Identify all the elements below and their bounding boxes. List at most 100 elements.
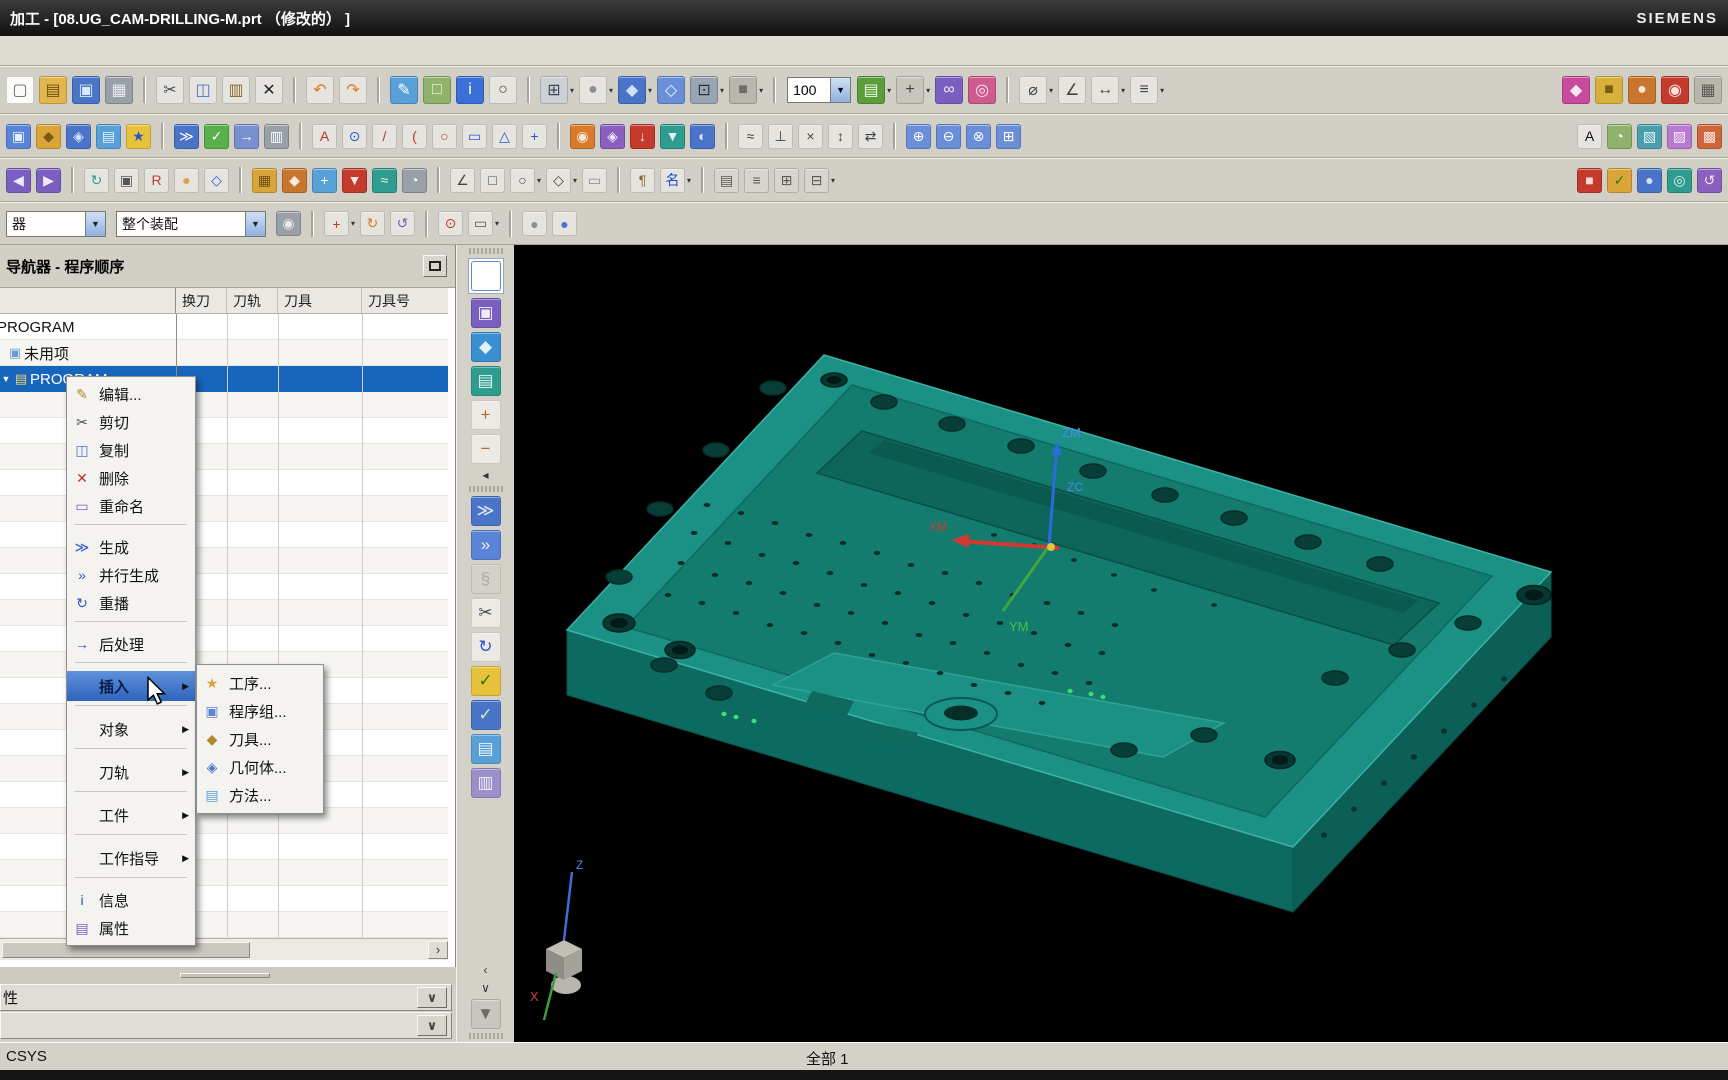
constraint-icon[interactable]: ◆▾ (282, 168, 307, 193)
project-icon[interactable]: ⊥▾ (768, 124, 793, 149)
menu-view[interactable] (26, 48, 46, 54)
circle-icon[interactable]: ○▾ (432, 124, 457, 149)
block-icon[interactable]: ▦▾ (1694, 76, 1722, 104)
toolbar-icon[interactable]: ▾ (527, 77, 530, 103)
menu-starsky[interactable] (226, 48, 246, 54)
copy-icon[interactable]: ◫▾ (189, 76, 217, 104)
edge-icon[interactable]: ∠▾ (450, 168, 475, 193)
drill-cycle-icon[interactable]: ↓▾ (630, 124, 655, 149)
shaded-sphere-icon[interactable]: ●▾ (579, 76, 613, 104)
toolbar-icon[interactable]: ▾ (773, 77, 776, 103)
move-origin-icon[interactable]: +▾ (324, 211, 355, 236)
distance-icon[interactable]: ↔▾ (1091, 76, 1125, 104)
expand-panel-button[interactable]: ∨ (417, 987, 447, 1008)
turn-icon[interactable]: ◐▾ (690, 124, 715, 149)
transform-icon[interactable]: +▾ (896, 76, 930, 104)
generate-toolpath-icon[interactable]: ≫ ▾ (471, 496, 501, 526)
teal-rings-icon[interactable]: ◎▾ (1667, 168, 1692, 193)
menu-help[interactable] (246, 48, 266, 54)
context-menu-item[interactable]: ▶ (67, 791, 195, 800)
unite-icon[interactable]: ⊕▾ (906, 124, 931, 149)
ctx-rename[interactable]: ▭ 重命名 ▶ (67, 492, 195, 520)
toolbar-icon[interactable]: ▾ (893, 123, 896, 149)
ctx-cut[interactable]: ✂ 剪切 ▶ (67, 408, 195, 436)
feature-box-icon[interactable]: ◆▾ (1562, 76, 1590, 104)
slot-icon[interactable]: ▩▾ (1697, 124, 1722, 149)
angle-icon[interactable]: ∠▾ (1058, 76, 1086, 104)
key-icon[interactable]: ¶▾ (630, 168, 655, 193)
line-icon[interactable]: /▾ (372, 124, 397, 149)
dropdown-arrow-icon[interactable]: ▼ (245, 212, 265, 236)
verify-icon[interactable]: ✓▾ (204, 124, 229, 149)
wireframe-icon[interactable]: ⊡▾ (690, 76, 724, 104)
context-menu-item[interactable]: ▶ (67, 662, 195, 671)
expand-panel-button[interactable]: ∨ (417, 1015, 447, 1036)
menu-information[interactable] (126, 48, 146, 54)
rotate-wcs-icon[interactable]: ↻▾ (360, 211, 385, 236)
resource-bar-icon[interactable]: ▾ (469, 1033, 503, 1039)
hole-icon[interactable]: ◉▾ (1661, 76, 1689, 104)
submenu-operation[interactable]: ★ 工序... ▶ (197, 669, 323, 697)
submenu-tool[interactable]: ◆ 刀具... ▶ (197, 725, 323, 753)
create-program-icon[interactable]: ▣▾ (6, 124, 31, 149)
context-menu-item[interactable]: ▶ (67, 748, 195, 757)
create-method-icon[interactable]: ▤▾ (96, 124, 121, 149)
name-tag-icon[interactable]: 名▾ (660, 168, 691, 193)
column-toolchange[interactable]: 换刀 (176, 288, 227, 313)
arc-icon[interactable]: (▾ (402, 124, 427, 149)
search-icon[interactable]: ○▾ (489, 76, 517, 104)
gear-pair-icon[interactable]: ◉▾ (570, 124, 595, 149)
snap-point-icon[interactable]: ⊙▾ (438, 211, 463, 236)
menu-analysis[interactable] (146, 48, 166, 54)
link-icon[interactable]: ∞▾ (935, 76, 963, 104)
menu-format[interactable] (66, 48, 86, 54)
program-order-view-icon[interactable]: ⊞ ▾ (468, 258, 504, 294)
ctx-insert[interactable]: 插入 ▶ (67, 671, 195, 701)
resource-bar-icon[interactable]: ▾ (469, 486, 503, 492)
datum-plane-icon[interactable]: □▾ (423, 76, 451, 104)
scroll-left-icon[interactable]: ‹ ▾ (478, 963, 494, 977)
create-operation-icon[interactable]: ★▾ (126, 124, 151, 149)
sketch-icon[interactable]: ✎▾ (390, 76, 418, 104)
polygon-icon[interactable]: △▾ (492, 124, 517, 149)
scroll-down-icon[interactable]: ∨ ▾ (478, 981, 494, 995)
drill-icon[interactable]: ▼▾ (342, 168, 367, 193)
toolpath-list-icon[interactable]: ▤ ▾ (471, 734, 501, 764)
toolbar-icon[interactable]: ▾ (509, 211, 512, 237)
point-icon[interactable]: +▾ (522, 124, 547, 149)
cut-icon[interactable]: ✂▾ (156, 76, 184, 104)
mill-icon[interactable]: ▼▾ (660, 124, 685, 149)
context-menu-item[interactable]: ▶ (67, 834, 195, 843)
menu-gc-toolbox[interactable] (206, 48, 226, 54)
toolbar-icon[interactable]: ▾ (143, 77, 146, 103)
cut-toolpath-icon[interactable]: ✂ ▾ (471, 598, 501, 628)
undo-icon[interactable]: ↶▾ (306, 76, 334, 104)
plane-view-icon[interactable]: ◇▾ (204, 168, 229, 193)
subtract-icon[interactable]: ⊖▾ (936, 124, 961, 149)
tree-row-unused-items[interactable]: ▣ 未用项 (0, 340, 448, 366)
toolbar-icon[interactable]: ▾ (425, 211, 428, 237)
ctx-replay[interactable]: ↻ 重播 ▶ (67, 589, 195, 617)
toolbar-icon[interactable]: ▾ (1006, 77, 1009, 103)
tool-display-icon[interactable]: ▼ ▾ (471, 999, 501, 1029)
blue-ball-icon[interactable]: ●▾ (552, 211, 577, 236)
back-icon[interactable]: ◀▾ (6, 168, 31, 193)
orient-wcs-icon[interactable]: ↺▾ (390, 211, 415, 236)
window-icon[interactable]: ⊞▾ (774, 168, 799, 193)
snapshot-icon[interactable]: ▣▾ (114, 168, 139, 193)
hscrollbar-right-arrow[interactable]: › (428, 941, 448, 959)
parallel-generate-icon[interactable]: » ▾ (471, 530, 501, 560)
pattern-icon[interactable]: ⊞▾ (996, 124, 1021, 149)
generate-icon[interactable]: ≫▾ (174, 124, 199, 149)
menu-assemblies[interactable] (106, 48, 126, 54)
check-box-icon[interactable]: ✓▾ (1607, 168, 1632, 193)
dropdown-arrow-icon[interactable]: ▼ (85, 212, 105, 236)
expand-all-icon[interactable]: + ▾ (471, 400, 501, 430)
column-tool-number[interactable]: 刀具号 (362, 288, 448, 313)
ruler-icon[interactable]: ≡▾ (1130, 76, 1164, 104)
column-name[interactable] (0, 288, 176, 313)
machine-tool-view-icon[interactable]: ▣ ▾ (471, 298, 501, 328)
gray-ball-icon[interactable]: ●▾ (522, 211, 547, 236)
context-menu-item[interactable]: ▶ (67, 621, 195, 630)
context-menu-item[interactable]: ▶ (67, 524, 195, 533)
